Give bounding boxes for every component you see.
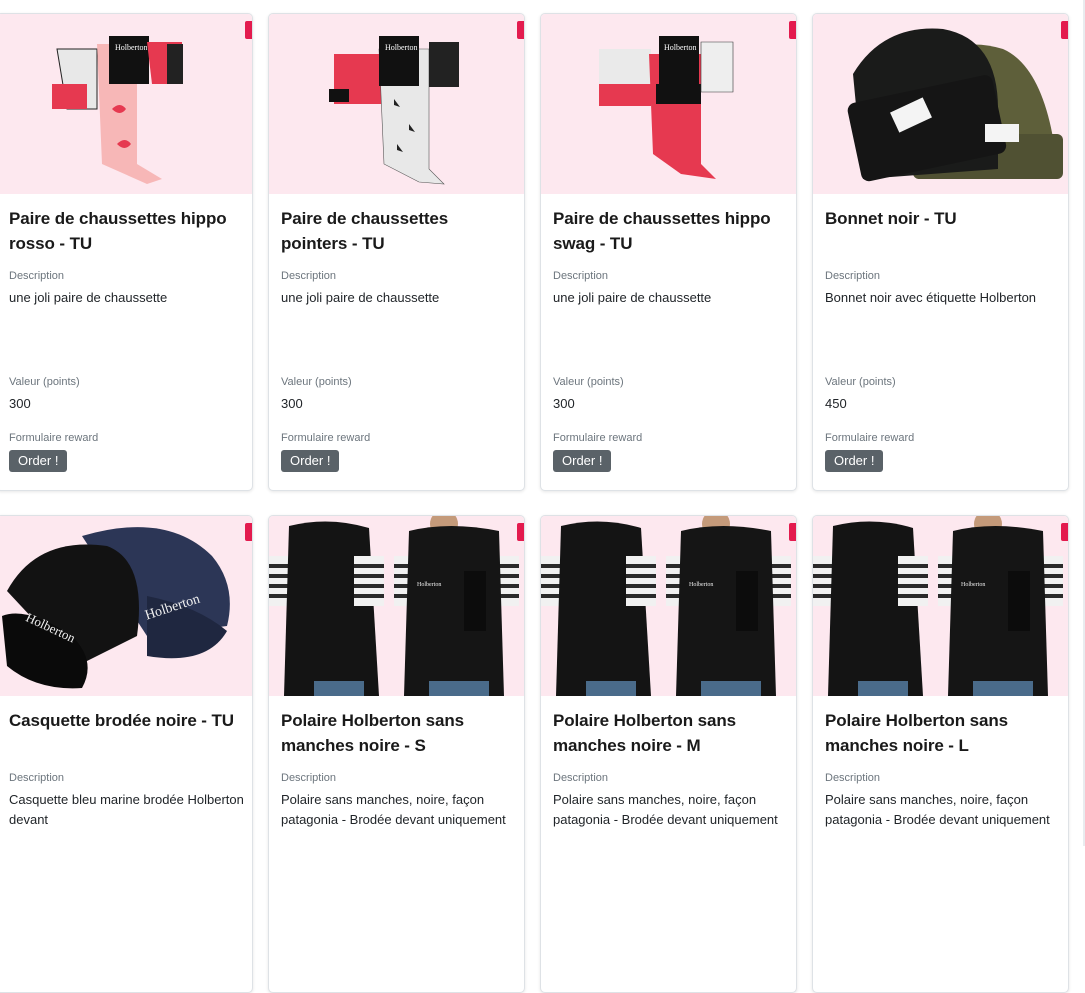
brand-label: Holberton [417,582,441,588]
tag-icon [517,523,524,541]
form-label: Formulaire reward [281,432,371,444]
description-text: une joli paire de chaussette [281,290,440,305]
product-card: Holberton Paire de chaussettes hippo ros… [0,13,253,491]
description-label: Description [553,270,609,282]
product-title: Polaire Holberton sans manches noire - L [825,711,1008,755]
fleece-vest-image: Holberton [541,516,796,696]
description-text: une joli paire de chaussette [553,290,712,305]
description-label: Description [553,772,609,784]
value-label: Valeur (points) [553,376,624,388]
product-title: Paire de chaussettes hippo rosso - TU [9,209,227,253]
description-text: Polaire sans manches, noire, façon patag… [553,792,778,827]
product-card: Holberton Paire de chaussettes hippo swa… [540,13,797,491]
fleece-vest-image: Holberton [813,516,1068,696]
brand-label: Holberton [689,582,713,588]
description-text: Polaire sans manches, noire, façon patag… [281,792,506,827]
product-card: Holberton Paire de chaussettes pointers … [268,13,525,491]
product-card: Bonnet noir - TU Description Bonnet noir… [812,13,1069,491]
description-text: une joli paire de chaussette [9,290,168,305]
tag-icon [245,523,252,541]
value-label: Valeur (points) [9,376,80,388]
product-title: Casquette brodée noire - TU [9,711,234,730]
description-text: Casquette bleu marine brodée Holberton d… [9,792,244,827]
product-grid: Holberton Paire de chaussettes hippo ros… [0,0,1085,993]
cap-image: Holberton Holberton [0,516,252,696]
product-card: Holberton Polaire Holberton sans manches… [812,515,1069,993]
brand-label: Holberton [385,43,417,52]
value-text: 300 [281,396,303,411]
description-label: Description [825,772,881,784]
product-title: Polaire Holberton sans manches noire - S [281,711,464,755]
value-label: Valeur (points) [281,376,352,388]
product-card: Holberton Polaire Holberton sans manches… [268,515,525,993]
socks-image: Holberton [0,14,252,194]
product-title: Paire de chaussettes hippo swag - TU [553,209,771,253]
product-title: Polaire Holberton sans manches noire - M [553,711,736,755]
description-label: Description [281,772,337,784]
brand-label: Holberton [115,43,147,52]
tag-icon [1061,523,1068,541]
product-title: Paire de chaussettes pointers - TU [281,209,449,253]
tag-icon [1061,21,1068,39]
value-text: 300 [553,396,575,411]
form-label: Formulaire reward [825,432,915,444]
socks-image: Holberton [541,14,796,194]
description-label: Description [9,270,65,282]
description-text: Polaire sans manches, noire, façon patag… [825,792,1050,827]
description-label: Description [825,270,881,282]
value-text: 300 [9,396,31,411]
tag-icon [789,523,796,541]
value-text: 450 [825,396,847,411]
product-title: Bonnet noir - TU [825,209,957,228]
order-button[interactable]: Order ! [9,450,68,472]
brand-label: Holberton [664,43,696,52]
fleece-vest-image: Holberton [269,516,524,696]
value-label: Valeur (points) [825,376,896,388]
brand-label: Holberton [961,582,985,588]
form-label: Formulaire reward [553,432,643,444]
form-label: Formulaire reward [9,432,99,444]
description-label: Description [281,270,337,282]
product-card: Holberton Holberton Casquette brodée noi… [0,515,253,993]
tag-icon [789,21,796,39]
description-text: Bonnet noir avec étiquette Holberton [825,290,1037,305]
order-button[interactable]: Order ! [553,450,612,472]
order-button[interactable]: Order ! [281,450,340,472]
description-label: Description [9,772,65,784]
beanie-image [813,14,1068,194]
tag-icon [245,21,252,39]
product-card: Holberton Polaire Holberton sans manches… [540,515,797,993]
tag-icon [517,21,524,39]
order-button[interactable]: Order ! [825,450,884,472]
socks-image: Holberton [269,14,524,194]
